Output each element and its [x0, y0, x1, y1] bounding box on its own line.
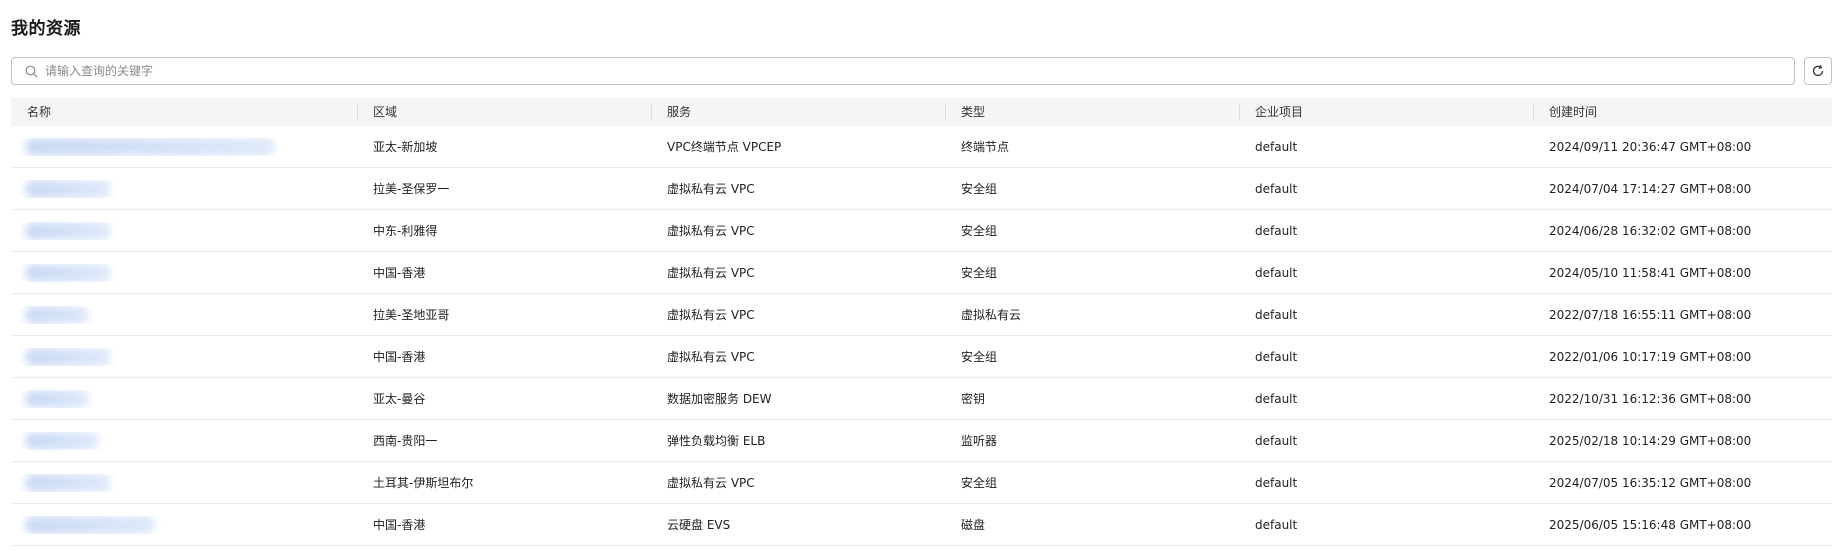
resource-name-link[interactable]: [25, 263, 111, 282]
table-row: 中国-香港 云硬盘 EVS 磁盘 default 2025/06/05 15:1…: [11, 504, 1832, 546]
column-header-type[interactable]: 类型: [945, 98, 1239, 126]
region-cell: 土耳其-伊斯坦布尔: [373, 476, 474, 490]
created-time-cell: 2024/09/11 20:36:47 GMT+08:00: [1549, 139, 1752, 154]
column-header-name[interactable]: 名称: [11, 98, 357, 126]
search-icon: [24, 64, 38, 78]
region-cell: 中国-香港: [373, 266, 426, 280]
table-row: 中国-香港 虚拟私有云 VPC 安全组 default 2024/05/10 1…: [11, 252, 1832, 294]
created-time-cell: 2025/02/18 10:14:29 GMT+08:00: [1549, 433, 1752, 448]
enterprise-project-cell: default: [1255, 181, 1298, 196]
table-row: 亚太-新加坡 VPC终端节点 VPCEP 终端节点 default 2024/0…: [11, 126, 1832, 168]
resource-name-link[interactable]: [25, 473, 111, 492]
column-header-created-time[interactable]: 创建时间: [1533, 98, 1832, 126]
enterprise-project-cell: default: [1255, 475, 1298, 490]
resource-name-link[interactable]: [25, 305, 89, 324]
table-row: 中东-利雅得 虚拟私有云 VPC 安全组 default 2024/06/28 …: [11, 210, 1832, 252]
table-row: 土耳其-伊斯坦布尔 虚拟私有云 VPC 安全组 default 2024/07/…: [11, 462, 1832, 504]
region-cell: 亚太-曼谷: [373, 392, 426, 406]
column-header-service[interactable]: 服务: [651, 98, 945, 126]
enterprise-project-cell: default: [1255, 139, 1298, 154]
service-cell: 虚拟私有云 VPC: [667, 350, 755, 364]
region-cell: 中东-利雅得: [373, 224, 438, 238]
enterprise-project-cell: default: [1255, 223, 1298, 238]
type-cell: 安全组: [961, 476, 998, 490]
service-cell: 虚拟私有云 VPC: [667, 476, 755, 490]
created-time-cell: 2024/05/10 11:58:41 GMT+08:00: [1549, 265, 1752, 280]
enterprise-project-cell: default: [1255, 349, 1298, 364]
type-cell: 安全组: [961, 266, 998, 280]
resource-name-link[interactable]: [25, 137, 275, 156]
service-cell: 弹性负载均衡 ELB: [667, 434, 766, 448]
enterprise-project-cell: default: [1255, 265, 1298, 280]
resource-name-link[interactable]: [25, 347, 111, 366]
table-row: 拉美-圣保罗一 虚拟私有云 VPC 安全组 default 2024/07/04…: [11, 168, 1832, 210]
region-cell: 中国-香港: [373, 518, 426, 532]
service-cell: 虚拟私有云 VPC: [667, 182, 755, 196]
table-row: 亚太-曼谷 数据加密服务 DEW 密钥 default 2022/10/31 1…: [11, 378, 1832, 420]
service-cell: VPC终端节点 VPCEP: [667, 140, 782, 154]
refresh-button[interactable]: [1804, 57, 1832, 85]
table-row: 拉美-圣地亚哥 虚拟私有云 VPC 虚拟私有云 default 2022/07/…: [11, 294, 1832, 336]
column-header-region[interactable]: 区域: [357, 98, 651, 126]
created-time-cell: 2025/06/05 15:16:48 GMT+08:00: [1549, 517, 1752, 532]
resource-page: 我的资源 名称 区域 服务 类型 企业项目 创建时间 亚: [0, 0, 1843, 550]
enterprise-project-cell: default: [1255, 433, 1298, 448]
search-input[interactable]: [45, 59, 1794, 83]
enterprise-project-cell: default: [1255, 391, 1298, 406]
enterprise-project-cell: default: [1255, 517, 1298, 532]
refresh-icon: [1811, 64, 1825, 78]
service-cell: 数据加密服务 DEW: [667, 392, 772, 406]
type-cell: 安全组: [961, 182, 998, 196]
service-cell: 虚拟私有云 VPC: [667, 266, 755, 280]
type-cell: 安全组: [961, 224, 998, 238]
service-cell: 虚拟私有云 VPC: [667, 308, 755, 322]
table-header: 名称 区域 服务 类型 企业项目 创建时间: [11, 98, 1832, 126]
created-time-cell: 2022/01/06 10:17:19 GMT+08:00: [1549, 349, 1752, 364]
type-cell: 终端节点: [961, 140, 1010, 154]
resource-name-link[interactable]: [25, 179, 111, 198]
column-header-enterprise-project[interactable]: 企业项目: [1239, 98, 1533, 126]
region-cell: 拉美-圣地亚哥: [373, 308, 450, 322]
resource-name-link[interactable]: [25, 221, 111, 240]
type-cell: 磁盘: [961, 518, 986, 532]
type-cell: 安全组: [961, 350, 998, 364]
created-time-cell: 2024/07/04 17:14:27 GMT+08:00: [1549, 181, 1752, 196]
resource-name-link[interactable]: [25, 515, 155, 534]
created-time-cell: 2022/10/31 16:12:36 GMT+08:00: [1549, 391, 1752, 406]
created-time-cell: 2022/07/18 16:55:11 GMT+08:00: [1549, 307, 1752, 322]
type-cell: 虚拟私有云: [961, 308, 1022, 322]
service-cell: 虚拟私有云 VPC: [667, 224, 755, 238]
region-cell: 拉美-圣保罗一: [373, 182, 450, 196]
created-time-cell: 2024/07/05 16:35:12 GMT+08:00: [1549, 475, 1752, 490]
resource-name-link[interactable]: [25, 431, 99, 450]
region-cell: 中国-香港: [373, 350, 426, 364]
region-cell: 西南-贵阳一: [373, 434, 438, 448]
resource-table: 名称 区域 服务 类型 企业项目 创建时间 亚太-新加坡 VPC终端节点 VPC…: [11, 98, 1832, 546]
enterprise-project-cell: default: [1255, 307, 1298, 322]
table-row: 中国-香港 虚拟私有云 VPC 安全组 default 2022/01/06 1…: [11, 336, 1832, 378]
resource-name-link[interactable]: [25, 389, 89, 408]
created-time-cell: 2024/06/28 16:32:02 GMT+08:00: [1549, 223, 1752, 238]
service-cell: 云硬盘 EVS: [667, 518, 731, 532]
search-box[interactable]: [11, 57, 1795, 85]
type-cell: 监听器: [961, 434, 998, 448]
table-row: 西南-贵阳一 弹性负载均衡 ELB 监听器 default 2025/02/18…: [11, 420, 1832, 462]
page-title: 我的资源: [11, 19, 81, 39]
type-cell: 密钥: [961, 392, 986, 406]
region-cell: 亚太-新加坡: [373, 140, 438, 154]
